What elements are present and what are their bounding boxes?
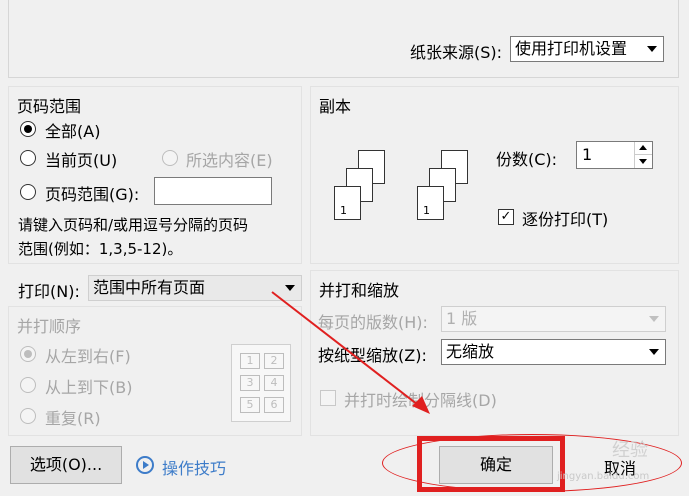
watermark-text: 经验 [612, 440, 648, 461]
watermark-url: jingyan.baidu.com [557, 471, 650, 482]
annotation-arrow-icon [271, 291, 430, 414]
